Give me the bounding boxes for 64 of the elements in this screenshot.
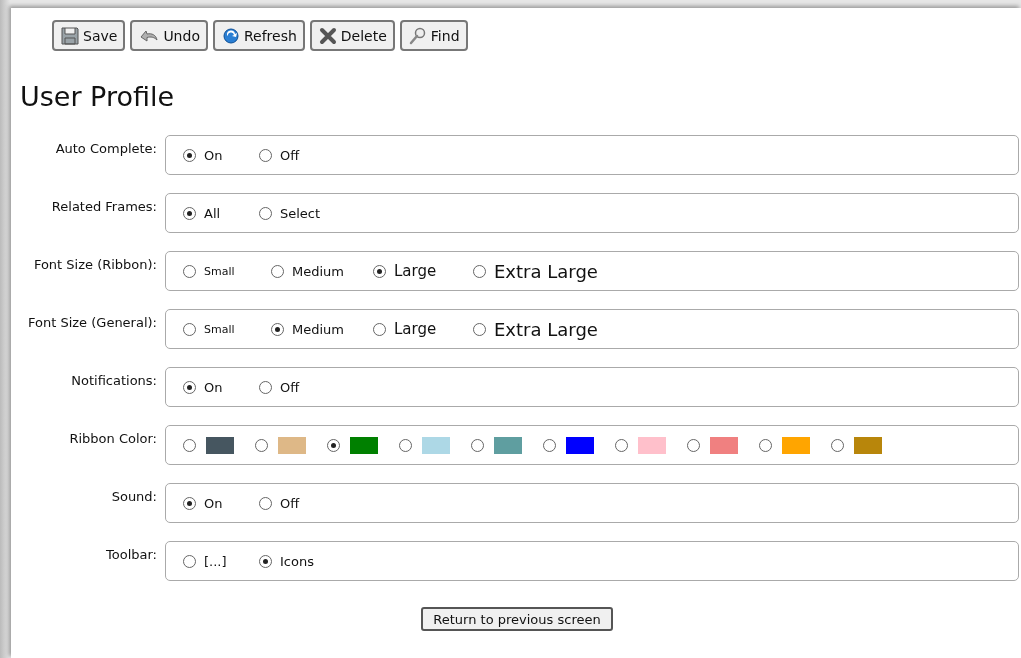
radio-button[interactable] xyxy=(183,148,196,162)
radio-button[interactable] xyxy=(259,148,272,162)
radio-option[interactable]: On xyxy=(183,379,245,395)
close-icon xyxy=(318,26,337,45)
radio-button[interactable] xyxy=(373,322,386,336)
radio-option[interactable]: All xyxy=(183,205,245,221)
radio-option[interactable]: On xyxy=(183,495,245,511)
radio-button[interactable] xyxy=(183,264,196,278)
radio-option[interactable]: Extra Large xyxy=(473,318,598,340)
radio-option[interactable]: Icons xyxy=(259,553,321,569)
radio-button[interactable] xyxy=(615,438,628,452)
radio-option[interactable]: Off xyxy=(259,379,321,395)
radio-button[interactable] xyxy=(473,322,486,336)
radio-option[interactable]: [...] xyxy=(183,553,245,569)
radio-button[interactable] xyxy=(183,322,196,336)
radio-button[interactable] xyxy=(471,438,484,452)
setting-label: Sound: xyxy=(110,488,157,504)
setting-label: Related Frames: xyxy=(50,198,157,214)
radio-button[interactable] xyxy=(473,264,486,278)
radio-button[interactable] xyxy=(759,438,772,452)
refresh-globe-icon xyxy=(221,26,240,45)
setting-label: Font Size (General): xyxy=(27,314,157,330)
setting-label: Auto Complete: xyxy=(54,140,157,156)
radio-button[interactable] xyxy=(259,206,272,220)
radio-option[interactable]: Large xyxy=(373,320,459,338)
page-title: User Profile xyxy=(20,81,176,112)
radio-option[interactable]: Select xyxy=(259,205,321,221)
radio-option[interactable]: Off xyxy=(259,495,321,511)
setting-label: Notifications: xyxy=(70,372,157,388)
radio-button[interactable] xyxy=(183,206,196,220)
radio-button[interactable] xyxy=(183,496,196,510)
radio-option[interactable]: Off xyxy=(259,147,321,163)
radio-button[interactable] xyxy=(259,380,272,394)
radio-button[interactable] xyxy=(255,438,268,452)
radio-button[interactable] xyxy=(831,438,844,452)
radio-button[interactable] xyxy=(183,438,196,452)
radio-option[interactable]: Small xyxy=(183,322,257,336)
return-button[interactable]: Return to previous screen xyxy=(421,607,613,631)
setting-label: Toolbar: xyxy=(105,546,157,562)
radio-option[interactable]: Medium xyxy=(271,321,359,337)
radio-button[interactable] xyxy=(259,496,272,510)
radio-button[interactable] xyxy=(271,264,284,278)
search-icon xyxy=(408,26,427,45)
toolbar-button[interactable]: Save xyxy=(52,20,126,51)
toolbar-button[interactable]: Find xyxy=(399,20,468,51)
radio-button[interactable] xyxy=(543,438,556,452)
toolbar-button[interactable]: Undo xyxy=(130,20,208,51)
radio-button[interactable] xyxy=(271,322,284,336)
radio-button[interactable] xyxy=(259,554,272,568)
toolbar-button[interactable]: Refresh xyxy=(212,20,305,51)
radio-option[interactable]: Large xyxy=(373,262,459,280)
radio-button[interactable] xyxy=(183,554,196,568)
radio-button[interactable] xyxy=(399,438,412,452)
radio-button[interactable] xyxy=(327,438,340,452)
radio-button[interactable] xyxy=(687,438,700,452)
radio-option[interactable]: Small xyxy=(183,264,257,278)
radio-button[interactable] xyxy=(373,264,386,278)
radio-option[interactable]: Extra Large xyxy=(473,260,598,282)
radio-button[interactable] xyxy=(183,380,196,394)
setting-label: Font Size (Ribbon): xyxy=(32,256,157,272)
radio-option[interactable]: On xyxy=(183,147,245,163)
radio-option[interactable]: Medium xyxy=(271,263,359,279)
toolbar-button[interactable]: Delete xyxy=(309,20,395,51)
setting-label: Ribbon Color: xyxy=(68,430,157,446)
